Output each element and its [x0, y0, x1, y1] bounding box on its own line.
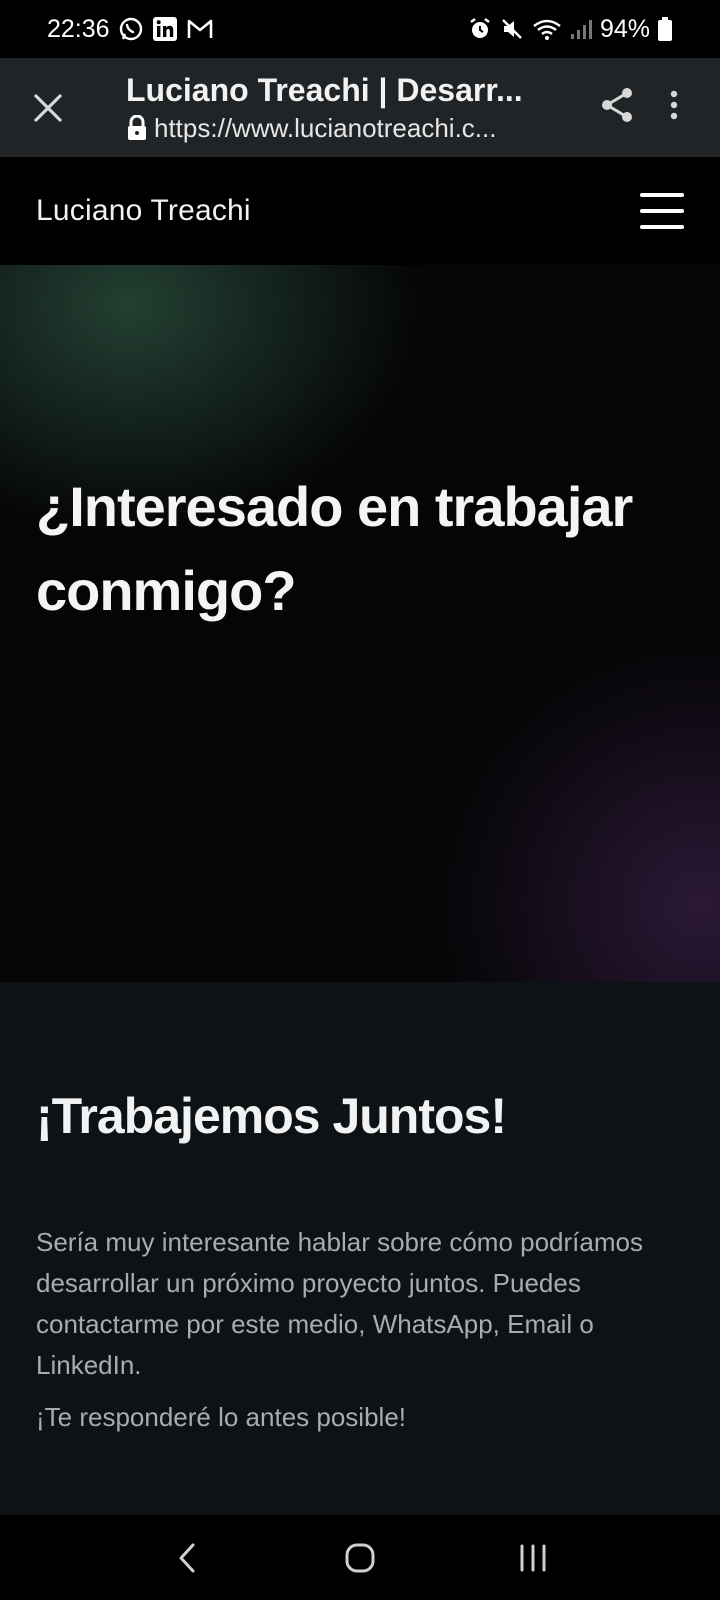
- mute-icon: [500, 17, 524, 41]
- battery-percent: 94%: [599, 14, 650, 43]
- share-button[interactable]: [600, 87, 634, 128]
- nav-home-button[interactable]: [330, 1528, 390, 1588]
- alarm-icon: [468, 17, 492, 41]
- browser-toolbar: Luciano Treachi | Desarr... https://www.…: [0, 58, 720, 157]
- hero-title: ¿Interesado en trabajar conmigo?: [36, 475, 633, 622]
- share-icon: [602, 88, 632, 122]
- back-icon: [179, 1543, 195, 1572]
- browser-actions: [600, 87, 720, 128]
- menu-icon-bar: [640, 193, 684, 197]
- status-left: 22:36: [47, 15, 214, 44]
- clock: 22:36: [47, 14, 110, 43]
- url-text: https://www.lucianotreachi.c...: [154, 112, 497, 143]
- battery-icon: [658, 17, 672, 41]
- more-vert-icon: [670, 90, 678, 120]
- contact-body: Sería muy interesante hablar sobre cómo …: [36, 1227, 643, 1380]
- nav-recents-button[interactable]: [503, 1528, 563, 1588]
- linkedin-icon: [152, 16, 178, 42]
- browser-page-title: Luciano Treachi | Desarr...: [126, 71, 523, 108]
- recents-icon: [520, 1544, 546, 1571]
- status-right: 94%: [468, 15, 672, 44]
- site-header: Luciano Treachi: [0, 157, 720, 265]
- hero-section: ¿Interesado en trabajar conmigo?: [0, 265, 720, 982]
- contact-section: ¡Trabajemos Juntos! Sería muy interesant…: [0, 982, 720, 1515]
- nav-back-button[interactable]: [157, 1528, 217, 1588]
- contact-title: ¡Trabajemos Juntos!: [36, 1088, 507, 1144]
- site-logo-link[interactable]: Luciano Treachi: [36, 194, 251, 228]
- lock-icon: [128, 115, 146, 140]
- menu-icon-bar: [640, 209, 684, 213]
- close-tab-button[interactable]: [0, 58, 96, 157]
- page-info[interactable]: Luciano Treachi | Desarr... https://www.…: [96, 72, 600, 144]
- whatsapp-icon: [118, 16, 144, 42]
- menu-button[interactable]: [640, 191, 684, 231]
- close-icon: [34, 93, 62, 122]
- system-nav-bar: [0, 1515, 720, 1600]
- gmail-icon: [186, 17, 214, 41]
- wifi-icon: [532, 17, 562, 41]
- signal-icon: [570, 18, 592, 40]
- contact-note: ¡Te responderé lo antes posible!: [36, 1402, 407, 1432]
- url-row: https://www.lucianotreachi.c...: [126, 113, 600, 144]
- status-bar: 22:36 94%: [0, 0, 720, 58]
- menu-icon-bar: [640, 225, 684, 229]
- more-options-button[interactable]: [670, 90, 678, 125]
- home-icon: [345, 1543, 375, 1572]
